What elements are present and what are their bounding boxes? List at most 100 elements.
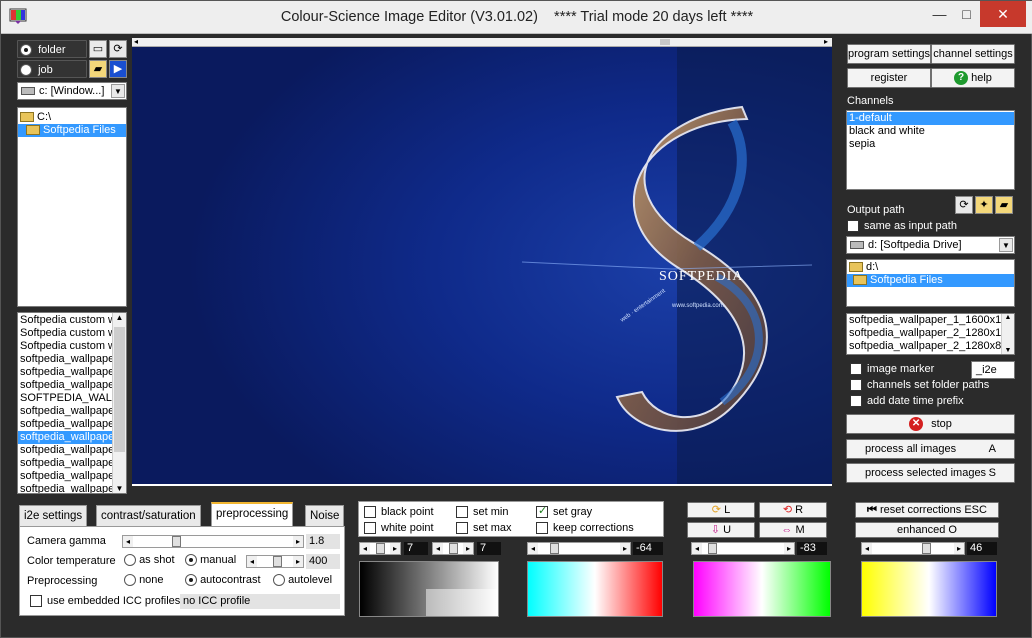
output-refresh-icon[interactable]: ⟳ xyxy=(955,196,973,214)
use-icc-checkbox[interactable]: use embedded ICC profiles xyxy=(30,595,180,608)
tab-preprocessing[interactable]: preprocessing xyxy=(211,502,294,526)
as-shot-radio[interactable]: as shot xyxy=(124,554,175,567)
folder-mode-radio[interactable]: folder xyxy=(17,40,87,58)
tree-item[interactable]: d:\ xyxy=(847,261,1014,274)
checkbox[interactable] xyxy=(536,522,548,535)
left-file-list[interactable]: Softpedia custom w Softpedia custom w Soft… xyxy=(17,312,127,494)
output-file-list[interactable]: softpedia_wallpaper_1_1600x1 softpedia_w… xyxy=(846,313,1015,355)
black-point-slider[interactable]: ◂ ▸ xyxy=(359,542,401,555)
preview-scroll-thumb[interactable] xyxy=(660,39,670,45)
radio[interactable] xyxy=(273,574,285,587)
file-list-item[interactable]: softpedia_wallpape xyxy=(18,431,126,444)
L-button[interactable]: ⟳ L xyxy=(687,502,755,518)
channels-set-folder-checkbox[interactable]: channels set folder paths xyxy=(850,379,989,392)
slider-left-icon[interactable]: ◂ xyxy=(433,543,443,554)
white-point-slider[interactable]: ◂ ▸ xyxy=(432,542,474,555)
scroll-left-icon[interactable]: ◂ xyxy=(134,37,138,46)
radio[interactable] xyxy=(185,554,197,567)
slider-thumb[interactable] xyxy=(376,543,385,554)
play-icon[interactable]: ▶ xyxy=(109,60,127,78)
checkbox[interactable] xyxy=(850,379,862,392)
register-button[interactable]: register xyxy=(847,68,931,88)
open-folder-icon[interactable]: ▰ xyxy=(995,196,1013,214)
file-list-item[interactable]: softpedia_wallpape xyxy=(18,405,126,418)
channels-list[interactable]: 1-default black and white sepia xyxy=(846,110,1015,190)
tab-i2e-settings[interactable]: i2e settings xyxy=(19,505,88,526)
job-mode-radio[interactable]: job xyxy=(17,60,87,78)
camera-gamma-value[interactable]: 1.8 xyxy=(306,534,340,549)
scroll-up-icon[interactable]: ▲ xyxy=(113,313,126,322)
enhanced-button[interactable]: enhanced O xyxy=(855,522,999,538)
black-point-checkbox[interactable]: black point xyxy=(364,506,434,519)
white-point-checkbox[interactable]: white point xyxy=(364,522,434,535)
output-file-item[interactable]: softpedia_wallpaper_1_1600x1 xyxy=(847,314,1014,327)
checkbox[interactable] xyxy=(456,522,468,535)
channel-item[interactable]: 1-default xyxy=(847,112,1014,125)
add-date-prefix-checkbox[interactable]: add date time prefix xyxy=(850,395,964,408)
minimize-button[interactable]: — xyxy=(926,1,953,27)
file-list-item[interactable]: softpedia_wallpape xyxy=(18,444,126,457)
file-list-scrollbar[interactable]: ▲ ▼ xyxy=(112,313,126,493)
preview-hscroll[interactable]: ◂ ▸ xyxy=(132,37,832,47)
U-button[interactable]: ⇩ U xyxy=(687,522,755,538)
process-selected-button[interactable]: process selected images S xyxy=(846,463,1015,483)
slider-left-icon[interactable]: ◂ xyxy=(862,543,872,554)
preview-image[interactable]: SOFTPEDIA www.softpedia.com web · entert… xyxy=(132,47,832,484)
slider-thumb[interactable] xyxy=(922,543,931,554)
set-max-checkbox[interactable]: set max xyxy=(456,522,512,535)
slider-right-icon[interactable]: ▸ xyxy=(784,543,794,554)
checkbox[interactable] xyxy=(850,363,862,376)
file-list-item[interactable]: Softpedia custom w xyxy=(18,340,126,353)
left-drive-select[interactable]: c: [Window...] ▼ xyxy=(17,82,127,100)
R-button[interactable]: ⟲ R xyxy=(759,502,827,518)
channel-settings-button[interactable]: channel settings xyxy=(931,44,1015,64)
slider-left-icon[interactable]: ◂ xyxy=(360,543,370,554)
scroll-down-icon[interactable]: ▼ xyxy=(113,484,126,493)
maximize-button[interactable]: □ xyxy=(953,1,980,27)
file-list-item[interactable]: Softpedia custom w xyxy=(18,314,126,327)
tab-contrast-saturation[interactable]: contrast/saturation xyxy=(96,505,201,526)
keep-corrections-checkbox[interactable]: keep corrections xyxy=(536,522,634,535)
slider-thumb[interactable] xyxy=(708,543,717,554)
scroll-right-icon[interactable]: ▸ xyxy=(824,37,828,46)
output-file-item[interactable]: softpedia_wallpaper_2_1280x8 xyxy=(847,340,1014,353)
checkbox[interactable] xyxy=(364,506,376,519)
help-button[interactable]: ? help xyxy=(931,68,1015,88)
new-folder-icon[interactable]: ✦ xyxy=(975,196,993,214)
tree-item[interactable]: Softpedia Files xyxy=(847,274,1014,287)
file-list-item[interactable]: softpedia_wallpape xyxy=(18,457,126,470)
file-list-item[interactable]: softpedia_wallpape xyxy=(18,379,126,392)
process-all-button[interactable]: process all images A xyxy=(846,439,1015,459)
image-marker-checkbox[interactable]: image marker xyxy=(850,363,934,376)
open-folder-icon[interactable]: ▰ xyxy=(89,60,107,78)
slider-thumb[interactable] xyxy=(172,536,181,547)
slider-right-icon[interactable]: ▸ xyxy=(390,543,400,554)
gray-slider[interactable]: ◂ ▸ xyxy=(527,542,631,555)
radio[interactable] xyxy=(185,574,197,587)
reset-corrections-button[interactable]: ⏮ reset corrections ESC xyxy=(855,502,999,518)
camera-gamma-slider[interactable]: ◂ ▸ xyxy=(122,535,304,548)
slider-right-icon[interactable]: ▸ xyxy=(293,556,303,567)
none-radio[interactable]: none xyxy=(124,574,164,587)
radio[interactable] xyxy=(124,554,136,567)
slider-left-icon[interactable]: ◂ xyxy=(692,543,702,554)
file-list-item[interactable]: softpedia_wallpape xyxy=(18,418,126,431)
channel-item[interactable]: sepia xyxy=(847,138,1014,151)
slider-thumb[interactable] xyxy=(273,556,282,567)
slider-right-icon[interactable]: ▸ xyxy=(954,543,964,554)
file-list-item[interactable]: softpedia_wallpape xyxy=(18,470,126,483)
set-min-checkbox[interactable]: set min xyxy=(456,506,508,519)
scroll-up-icon[interactable]: ▲ xyxy=(1002,314,1014,321)
autolevel-radio[interactable]: autolevel xyxy=(273,574,332,587)
output-folder-tree[interactable]: d:\ Softpedia Files xyxy=(846,259,1015,307)
output-file-item[interactable]: softpedia_wallpaper_2_1280x1 xyxy=(847,327,1014,340)
color-temperature-slider[interactable]: ◂ ▸ xyxy=(246,555,304,568)
program-settings-button[interactable]: program settings xyxy=(847,44,931,64)
image-marker-input[interactable]: _i2e xyxy=(971,361,1015,379)
same-as-input-checkbox[interactable]: same as input path xyxy=(847,220,957,233)
checkbox[interactable] xyxy=(850,395,862,408)
slider-left-icon[interactable]: ◂ xyxy=(123,536,133,547)
checkbox[interactable] xyxy=(30,595,42,608)
file-list-item[interactable]: softpedia_wallpape xyxy=(18,483,126,493)
file-list-item[interactable]: softpedia_wallpape xyxy=(18,353,126,366)
